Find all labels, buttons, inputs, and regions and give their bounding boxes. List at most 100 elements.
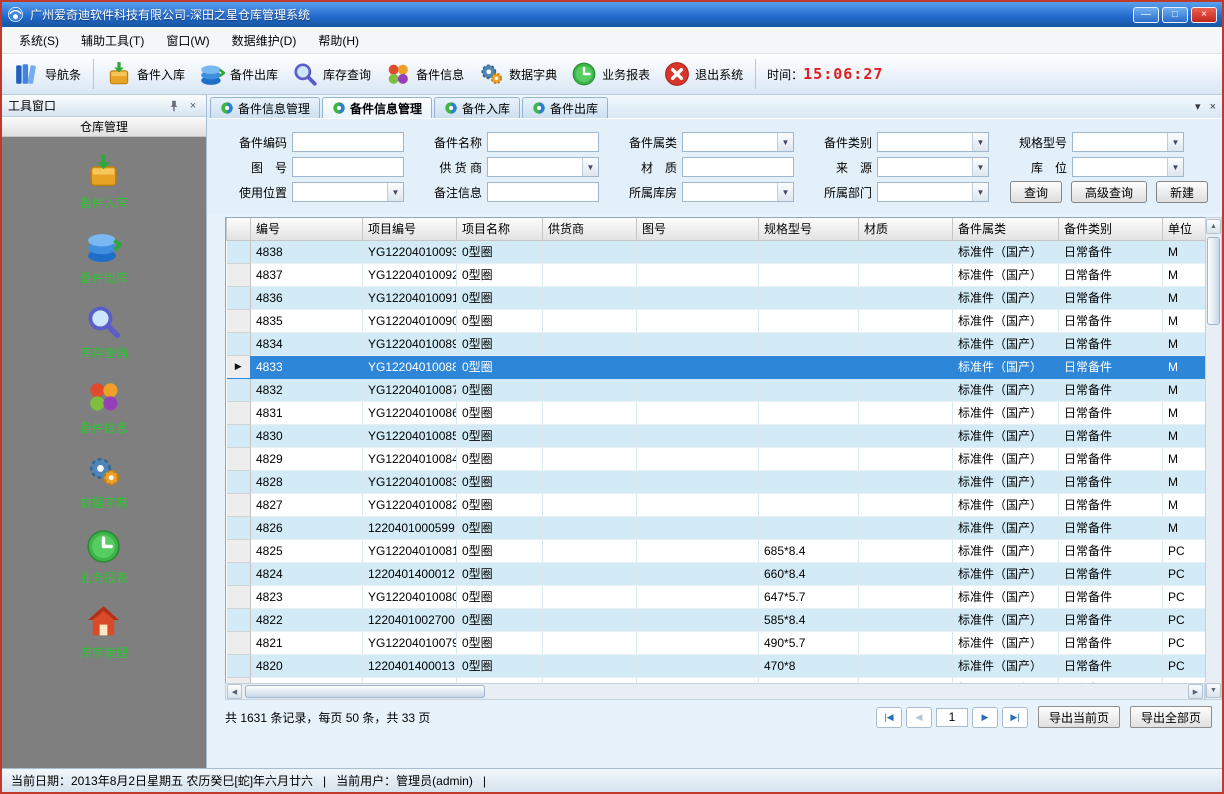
toolbar-item-parts-info[interactable]: 备件信息: [378, 58, 471, 90]
horizontal-scroll-thumb[interactable]: [245, 685, 485, 698]
sidebar-item-parts-inbound[interactable]: 备件入库: [80, 153, 128, 211]
close-button[interactable]: ×: [1191, 7, 1217, 23]
part-type-select[interactable]: ▼: [877, 132, 989, 152]
scroll-up-icon[interactable]: ▲: [1206, 219, 1221, 234]
table-cell: 0型圈: [457, 539, 543, 562]
menu-item[interactable]: 辅助工具(T): [70, 27, 155, 54]
page-number-input[interactable]: [936, 708, 968, 727]
table-row[interactable]: 4835YG122040100900型圈标准件（国产）日常备件M: [227, 309, 1206, 332]
table-row[interactable]: 482212204010027000型圈585*8.4标准件（国产）日常备件PC: [227, 608, 1206, 631]
query-button[interactable]: 查询: [1010, 181, 1062, 203]
part-name-input[interactable]: [487, 132, 599, 152]
status-bar: 当前日期：2013年8月2日星期五 农历癸巳[蛇]年六月廿六 | 当前用户：管理…: [2, 768, 1222, 792]
table-row[interactable]: 4834YG122040100890型圈标准件（国产）日常备件M: [227, 332, 1206, 355]
table-row[interactable]: 4823YG122040100800型圈647*5.7标准件（国产）日常备件PC: [227, 585, 1206, 608]
pin-icon[interactable]: [167, 99, 181, 113]
title-bar[interactable]: 广州爱奇迪软件科技有限公司-深田之星仓库管理系统 — □ ×: [2, 2, 1222, 27]
vertical-scrollbar[interactable]: ▲ ▼: [1205, 217, 1222, 700]
warehouse-select[interactable]: ▼: [682, 182, 794, 202]
toolbar-item-exit[interactable]: 退出系统: [657, 58, 750, 90]
menu-item[interactable]: 系统(S): [8, 27, 70, 54]
drawing-no-input[interactable]: [292, 157, 404, 177]
scroll-right-icon[interactable]: ▶: [1188, 684, 1203, 699]
next-page-button[interactable]: ▶: [972, 707, 998, 728]
sidebar-item-parts-outbound[interactable]: 备件出库: [80, 228, 128, 286]
last-page-button[interactable]: ▶|: [1002, 707, 1028, 728]
column-header[interactable]: 规格型号: [759, 218, 859, 240]
export-all-pages-button[interactable]: 导出全部页: [1130, 706, 1212, 728]
location-select[interactable]: ▼: [1072, 157, 1184, 177]
table-row[interactable]: 4836YG122040100910型圈标准件（国产）日常备件M: [227, 286, 1206, 309]
table-row[interactable]: 482412204014000120型圈660*8.4标准件（国产）日常备件PC: [227, 562, 1206, 585]
toolbar-item-nav[interactable]: 导航条: [7, 58, 88, 90]
remark-input[interactable]: [487, 182, 599, 202]
table-row[interactable]: 482612204010005990型圈标准件（国产）日常备件M: [227, 516, 1206, 539]
sidebar-item-data-dict[interactable]: 数据字典: [80, 453, 128, 511]
menu-item[interactable]: 窗口(W): [155, 27, 220, 54]
table-row[interactable]: 482012204014000130型圈470*8标准件（国产）日常备件PC: [227, 654, 1206, 677]
table-row[interactable]: 4832YG122040100870型圈标准件（国产）日常备件M: [227, 378, 1206, 401]
department-select[interactable]: ▼: [877, 182, 989, 202]
tab-close-icon[interactable]: ×: [1210, 101, 1216, 113]
vertical-scroll-thumb[interactable]: [1207, 237, 1220, 325]
table-row[interactable]: 4830YG122040100850型圈标准件（国产）日常备件M: [227, 424, 1206, 447]
table-cell: 0型圈: [457, 608, 543, 631]
horizontal-scrollbar[interactable]: ◀ ▶: [225, 683, 1205, 700]
scroll-left-icon[interactable]: ◀: [227, 684, 242, 699]
material-input[interactable]: [682, 157, 794, 177]
column-header[interactable]: 项目编号: [363, 218, 457, 240]
source-select[interactable]: ▼: [877, 157, 989, 177]
tab-3[interactable]: 备件出库: [522, 97, 608, 118]
sidebar-item-stock-query[interactable]: 库存查询: [80, 303, 128, 361]
column-header[interactable]: 材质: [859, 218, 953, 240]
toolbar-item-parts-outbound[interactable]: 备件出库: [192, 58, 285, 90]
menu-item[interactable]: 帮助(H): [307, 27, 370, 54]
toolbar-item-parts-inbound[interactable]: 备件入库: [99, 58, 192, 90]
sidebar-item-warehouse-mgmt[interactable]: 库房管理: [80, 603, 128, 661]
table-row[interactable]: 4829YG122040100840型圈标准件（国产）日常备件M: [227, 447, 1206, 470]
table-row[interactable]: 4821YG122040100790型圈490*5.7标准件（国产）日常备件PC: [227, 631, 1206, 654]
export-current-page-button[interactable]: 导出当前页: [1038, 706, 1120, 728]
toolbar-item-business-report[interactable]: 业务报表: [564, 58, 657, 90]
column-header[interactable]: 备件属类: [953, 218, 1059, 240]
tab-dropdown-icon[interactable]: ▾: [1195, 100, 1201, 113]
sidebar-item-parts-info[interactable]: 备件信息: [80, 378, 128, 436]
prev-page-button[interactable]: ◀: [906, 707, 932, 728]
table-cell: 标准件（国产）: [953, 263, 1059, 286]
maximize-button[interactable]: □: [1162, 7, 1188, 23]
table-row[interactable]: 4828YG122040100830型圈标准件（国产）日常备件M: [227, 470, 1206, 493]
first-page-button[interactable]: |◀: [876, 707, 902, 728]
spec-model-select[interactable]: ▼: [1072, 132, 1184, 152]
part-category-select[interactable]: ▼: [682, 132, 794, 152]
column-header[interactable]: 图号: [637, 218, 759, 240]
column-header[interactable]: 项目名称: [457, 218, 543, 240]
close-icon[interactable]: ×: [186, 99, 200, 113]
part-code-input[interactable]: [292, 132, 404, 152]
table-row[interactable]: 4837YG122040100920型圈标准件（国产）日常备件M: [227, 263, 1206, 286]
sidebar-group-warehouse[interactable]: 仓库管理: [2, 117, 206, 137]
supplier-select[interactable]: ▼: [487, 157, 599, 177]
column-header[interactable]: 单位: [1163, 218, 1206, 240]
tab-2[interactable]: 备件入库: [434, 97, 520, 118]
usage-position-select[interactable]: ▼: [292, 182, 404, 202]
scroll-down-icon[interactable]: ▼: [1206, 683, 1221, 698]
table-row[interactable]: 4827YG122040100820型圈标准件（国产）日常备件M: [227, 493, 1206, 516]
menu-item[interactable]: 数据维护(D): [221, 27, 308, 54]
tab-1[interactable]: 备件信息管理: [322, 97, 432, 118]
table-row[interactable]: 4831YG122040100860型圈标准件（国产）日常备件M: [227, 401, 1206, 424]
tab-0[interactable]: 备件信息管理: [210, 97, 320, 118]
column-header[interactable]: 供货商: [543, 218, 637, 240]
table-row[interactable]: 4825YG122040100810型圈685*8.4标准件（国产）日常备件PC: [227, 539, 1206, 562]
toolbar-item-stock-query[interactable]: 库存查询: [285, 58, 378, 90]
toolbar-item-data-dict[interactable]: 数据字典: [471, 58, 564, 90]
sidebar-item-business-report[interactable]: 业务报表: [80, 528, 128, 586]
column-header[interactable]: 备件类别: [1059, 218, 1163, 240]
table-row[interactable]: 4838YG122040100930型圈标准件（国产）日常备件M: [227, 240, 1206, 263]
advanced-query-button[interactable]: 高级查询: [1071, 181, 1147, 203]
table-row[interactable]: ▶4833YG122040100880型圈标准件（国产）日常备件M: [227, 355, 1206, 378]
minimize-button[interactable]: —: [1133, 7, 1159, 23]
table-cell: M: [1163, 424, 1206, 447]
column-header[interactable]: 编号: [251, 218, 363, 240]
new-button[interactable]: 新建: [1156, 181, 1208, 203]
tool-window-title: 工具窗口: [8, 97, 162, 114]
